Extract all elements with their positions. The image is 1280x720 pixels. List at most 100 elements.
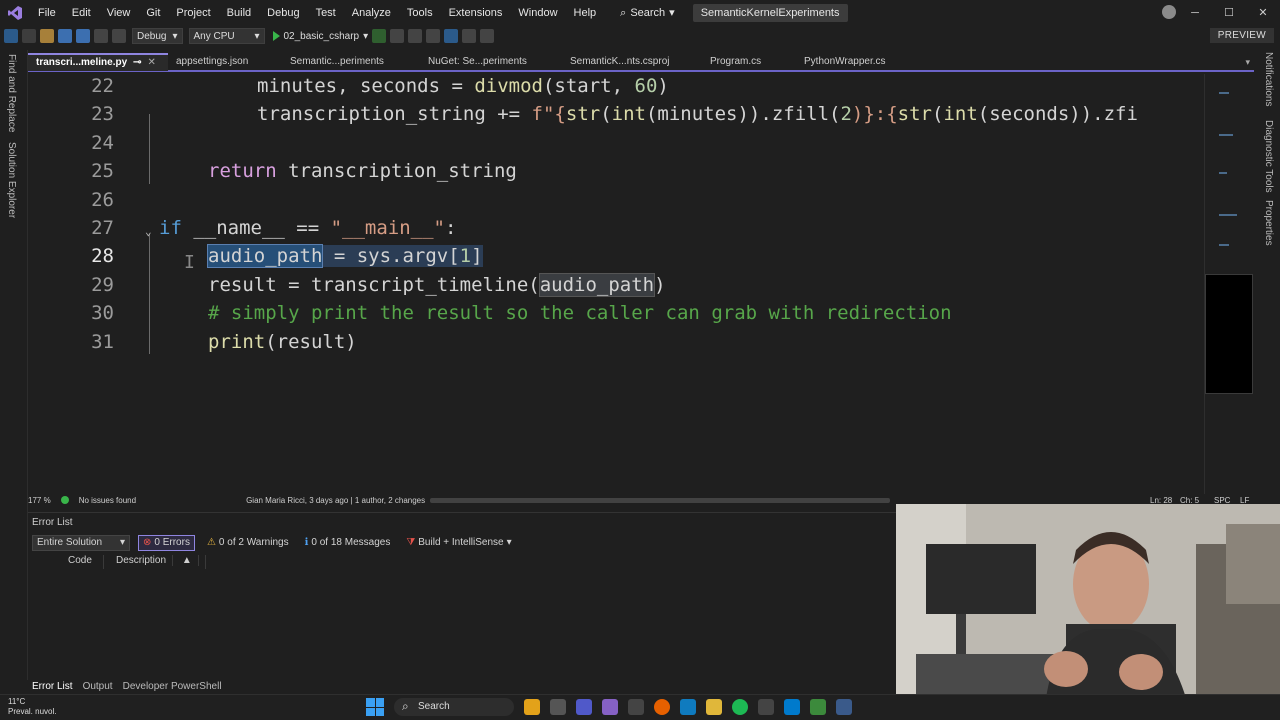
app-icon[interactable] <box>810 699 826 715</box>
minimize-icon[interactable]: ─ <box>1178 0 1212 26</box>
issues-indicator[interactable]: No issues found <box>60 496 146 505</box>
start-debugging-button[interactable]: 02_basic_csharp ▾ <box>272 31 368 42</box>
horizontal-scrollbar[interactable] <box>430 498 890 503</box>
minimap-scrollbar[interactable] <box>1204 74 1254 494</box>
code-line-25: 25 return transcription_string <box>28 157 1204 185</box>
zoom-level[interactable]: 177 % <box>28 496 51 505</box>
chevron-down-icon: ▾ <box>254 30 260 42</box>
tab-semantic-experiments[interactable]: Semantic...periments <box>282 53 420 71</box>
error-list-header: Code Description ▲ <box>32 555 206 569</box>
menu-window[interactable]: Window <box>510 0 565 26</box>
pin-icon[interactable]: ⊸ <box>133 54 141 72</box>
windows-start-icon[interactable] <box>366 698 384 716</box>
minimap-viewport[interactable] <box>1205 274 1253 394</box>
build-filter-select[interactable]: ⧩ Build + IntelliSense ▾ <box>402 535 515 551</box>
configuration-select[interactable]: Debug ▾ <box>132 28 183 44</box>
teams-icon[interactable] <box>576 699 592 715</box>
menu-file[interactable]: File <box>30 0 64 26</box>
solution-explorer-tab[interactable]: Solution Explorer <box>6 142 17 218</box>
tab-error-list[interactable]: Error List <box>32 681 73 692</box>
visual-studio-icon[interactable] <box>602 699 618 715</box>
tab-label: SemanticK...nts.csproj <box>570 56 670 67</box>
properties-tab[interactable]: Properties <box>1263 200 1274 246</box>
weather-widget[interactable]: 11°C Preval. nuvol. <box>8 697 56 717</box>
tab-overflow-icon[interactable]: ▾ <box>1245 57 1250 68</box>
toolbar-icon[interactable] <box>462 29 477 43</box>
store-icon[interactable] <box>680 699 696 715</box>
task-view-icon[interactable] <box>550 699 566 715</box>
menu-help[interactable]: Help <box>566 0 605 26</box>
redo-icon[interactable] <box>112 29 126 43</box>
standard-toolbar: Debug ▾ Any CPU ▾ 02_basic_csharp ▾ PREVIE… <box>0 26 1280 46</box>
scope-select[interactable]: Entire Solution ▾ <box>32 535 130 551</box>
close-icon[interactable]: ✕ <box>148 54 156 72</box>
tab-nuget[interactable]: NuGet: Se...periments <box>420 53 562 71</box>
taskbar-search[interactable]: Search <box>394 697 514 716</box>
run-without-debugging-icon[interactable] <box>372 29 387 43</box>
code-editor[interactable]: ⌄ I 22 minutes, seconds = divmod(start, … <box>28 74 1204 494</box>
toolbar-icon[interactable] <box>390 29 405 43</box>
terminal-icon[interactable] <box>628 699 644 715</box>
description-column-header[interactable]: Description ▲ <box>104 555 206 569</box>
search-button[interactable]: ⌕ Search ▾ <box>612 0 683 26</box>
back-icon[interactable] <box>4 29 18 43</box>
code-token: int <box>611 103 646 125</box>
code-line-27: 27 if __name__ == "__main__": <box>28 214 1204 242</box>
tab-program-cs[interactable]: Program.cs <box>702 53 796 71</box>
toolbar-icon[interactable] <box>444 29 459 43</box>
menu-analyze[interactable]: Analyze <box>344 0 399 26</box>
menu-extensions[interactable]: Extensions <box>441 0 511 26</box>
save-all-icon[interactable] <box>76 29 90 43</box>
code-token: transcription_string += <box>257 103 532 125</box>
tab-csproj[interactable]: SemanticK...nts.csproj <box>562 53 702 71</box>
menu-test[interactable]: Test <box>308 0 344 26</box>
warnings-filter-button[interactable]: ⚠ 0 of 2 Warnings <box>203 535 293 551</box>
forward-icon[interactable] <box>22 29 36 43</box>
menu-edit[interactable]: Edit <box>64 0 99 26</box>
toolbar-icon[interactable] <box>480 29 495 43</box>
vscode-icon[interactable] <box>784 699 800 715</box>
severity-column-header[interactable] <box>32 555 62 569</box>
undo-icon[interactable] <box>94 29 108 43</box>
toolbar-icon[interactable] <box>426 29 441 43</box>
menu-git[interactable]: Git <box>138 0 168 26</box>
error-list-toolbar: Entire Solution ▾ ⊗ 0 Errors ⚠ 0 of 2 Warni… <box>32 535 516 551</box>
account-avatar[interactable] <box>1162 5 1176 19</box>
close-icon[interactable]: ✕ <box>1246 0 1280 26</box>
firefox-icon[interactable] <box>654 699 670 715</box>
line-number: 31 <box>91 331 114 353</box>
code-column-header[interactable]: Code <box>62 555 104 569</box>
tab-developer-powershell[interactable]: Developer PowerShell <box>123 681 222 692</box>
platform-select[interactable]: Any CPU ▾ <box>188 28 265 44</box>
save-icon[interactable] <box>58 29 72 43</box>
tab-output[interactable]: Output <box>83 681 113 692</box>
git-blame[interactable]: Gian Maria Ricci, 3 days ago | 1 author,… <box>246 496 425 505</box>
preview-button[interactable]: PREVIEW <box>1209 28 1274 43</box>
diagnostic-tools-tab[interactable]: Diagnostic Tools <box>1263 120 1274 193</box>
app-icon[interactable] <box>758 699 774 715</box>
right-tool-strip: Notifications Diagnostic Tools Propertie… <box>1254 50 1280 510</box>
spotify-icon[interactable] <box>732 699 748 715</box>
widget-icon[interactable] <box>524 699 540 715</box>
app-icon[interactable] <box>836 699 852 715</box>
toolbar-icon[interactable] <box>408 29 423 43</box>
code-token: print <box>208 331 266 353</box>
errors-filter-button[interactable]: ⊗ 0 Errors <box>138 535 195 551</box>
open-folder-icon[interactable] <box>40 29 54 43</box>
menu-debug[interactable]: Debug <box>259 0 307 26</box>
menu-tools[interactable]: Tools <box>399 0 441 26</box>
tab-transcript-timeline[interactable]: transcri...meline.py ⊸ ✕ <box>28 53 168 71</box>
tab-python-wrapper[interactable]: PythonWrapper.cs <box>796 53 906 71</box>
maximize-icon[interactable]: ☐ <box>1212 0 1246 26</box>
tab-label: transcri...meline.py <box>36 57 128 68</box>
menu-view[interactable]: View <box>99 0 139 26</box>
messages-filter-button[interactable]: ℹ0 of 18 Messages <box>301 535 395 551</box>
notifications-tab[interactable]: Notifications <box>1263 52 1274 106</box>
menu-project[interactable]: Project <box>168 0 218 26</box>
file-explorer-icon[interactable] <box>706 699 722 715</box>
menu-build[interactable]: Build <box>219 0 259 26</box>
sort-up-icon: ▲ <box>175 555 199 566</box>
presenter-video-image <box>896 504 1280 698</box>
tab-appsettings[interactable]: appsettings.json <box>168 53 282 71</box>
find-and-replace-tab[interactable]: Find and Replace <box>6 54 17 132</box>
